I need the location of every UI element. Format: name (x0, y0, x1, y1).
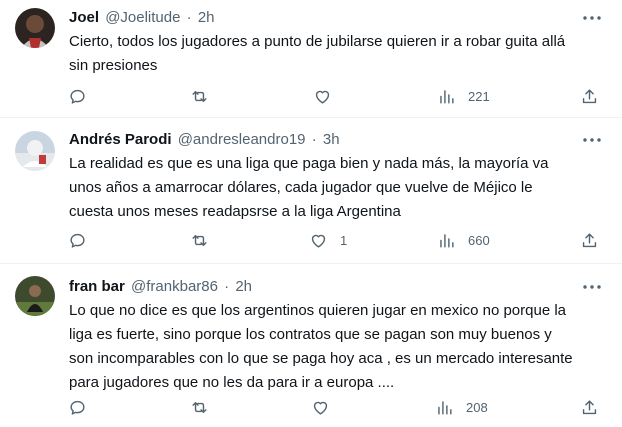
tweet[interactable]: Andrés Parodi @andresleandro19 · 3h La r… (0, 118, 622, 264)
like-button[interactable] (311, 395, 342, 419)
timestamp[interactable]: 3h (323, 131, 340, 148)
views-icon (440, 233, 454, 248)
share-button[interactable] (580, 395, 599, 419)
more-icon[interactable] (580, 8, 604, 27)
tweet-text: Lo que no dice es que los argentinos qui… (69, 302, 573, 391)
reply-icon (70, 89, 85, 104)
author-handle[interactable]: @Joelitude (105, 9, 180, 26)
like-count: 1 (340, 232, 348, 248)
tweet[interactable]: Joel @Joelitude · 2h Cierto, todos los j… (0, 0, 622, 118)
views-icon (440, 89, 454, 104)
reply-icon (70, 233, 85, 248)
view-count: 221 (468, 88, 490, 104)
heart-icon (311, 234, 326, 248)
tweet-header: Andrés Parodi @andresleandro19 · 3h (69, 130, 340, 149)
author-handle[interactable]: @andresleandro19 (178, 131, 306, 148)
tweet-header: Joel @Joelitude · 2h (69, 8, 215, 27)
tweet-actions: 221 (60, 84, 604, 108)
author-handle[interactable]: @frankbar86 (131, 278, 218, 295)
separator: · (186, 9, 192, 26)
separator: · (224, 278, 230, 295)
heart-icon (313, 401, 328, 415)
share-button[interactable] (580, 228, 599, 252)
retweet-button[interactable] (190, 84, 209, 108)
views-icon (438, 400, 452, 415)
author-name[interactable]: fran bar (69, 278, 125, 295)
reply-button[interactable] (68, 84, 87, 108)
views-button[interactable]: 208 (435, 395, 488, 419)
timestamp[interactable]: 2h (235, 278, 252, 295)
avatar[interactable] (15, 8, 55, 48)
views-button[interactable]: 660 (437, 228, 490, 252)
more-icon[interactable] (580, 130, 604, 149)
separator: · (311, 131, 317, 148)
tweet-actions: 1 660 (60, 228, 604, 252)
retweet-icon (192, 401, 207, 413)
retweet-button[interactable] (190, 395, 209, 419)
retweet-icon (192, 234, 207, 246)
reply-button[interactable] (68, 228, 87, 252)
tweet-actions: 208 (60, 395, 604, 419)
share-icon (582, 232, 597, 247)
tweet-text: Cierto, todos los jugadores a punto de j… (69, 33, 566, 74)
share-icon (582, 88, 597, 103)
like-button[interactable] (313, 84, 344, 108)
heart-icon (315, 90, 330, 104)
author-name[interactable]: Joel (69, 9, 99, 26)
share-button[interactable] (580, 84, 599, 108)
tweet-text: La realidad es que es una liga que paga … (69, 155, 549, 220)
timestamp[interactable]: 2h (198, 9, 215, 26)
view-count: 660 (468, 232, 490, 248)
share-icon (582, 399, 597, 414)
avatar[interactable] (15, 276, 55, 316)
retweet-icon (192, 90, 207, 102)
like-button[interactable]: 1 (309, 228, 347, 252)
avatar[interactable] (15, 131, 55, 171)
tweet[interactable]: fran bar @frankbar86 · 2h Lo que no dice… (0, 264, 622, 427)
more-icon[interactable] (580, 277, 604, 296)
tweet-header: fran bar @frankbar86 · 2h (69, 277, 252, 296)
author-name[interactable]: Andrés Parodi (69, 131, 172, 148)
view-count: 208 (466, 399, 488, 415)
views-button[interactable]: 221 (437, 84, 490, 108)
retweet-button[interactable] (190, 228, 209, 252)
reply-button[interactable] (68, 395, 87, 419)
reply-icon (70, 400, 85, 415)
